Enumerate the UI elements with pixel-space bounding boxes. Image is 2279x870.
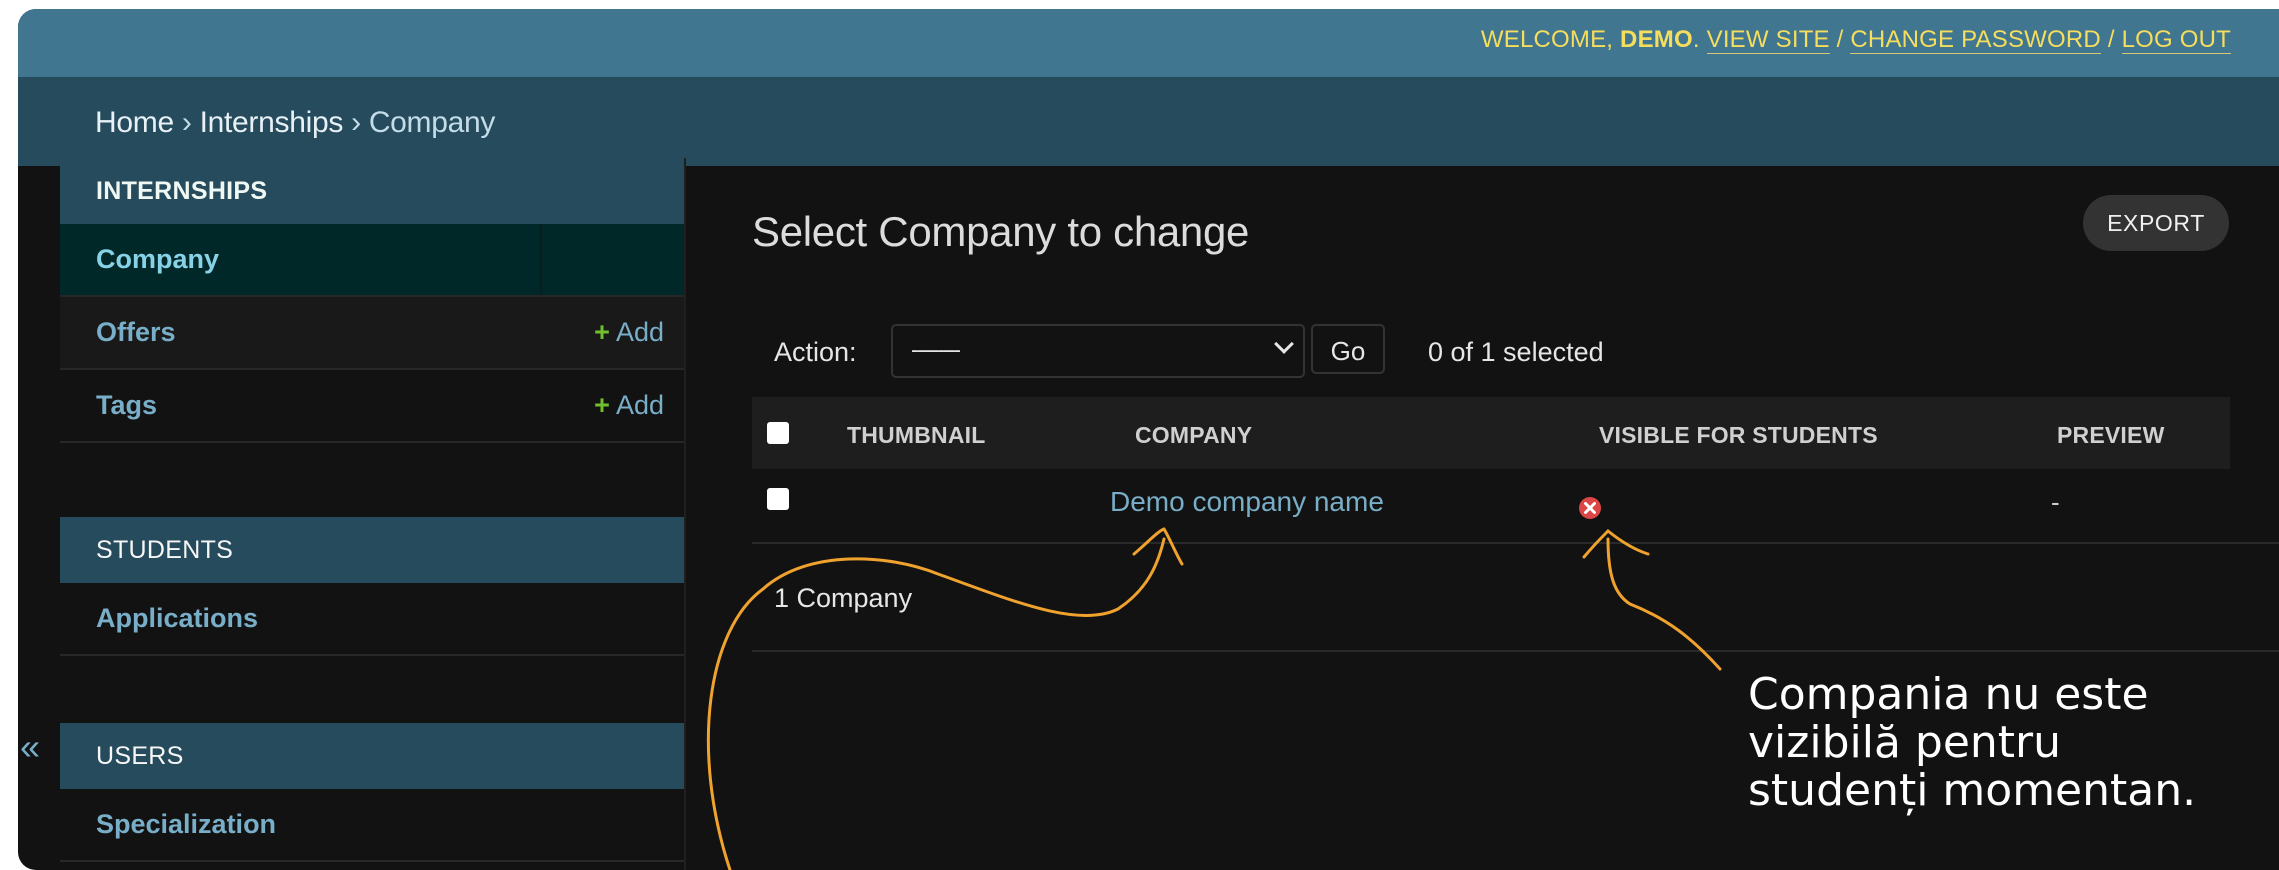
admin-window: WELCOME, DEMO. VIEW SITE / CHANGE PASSWO… (18, 9, 2279, 870)
arrowhead-visible (1582, 528, 1650, 559)
arrow-to-company-link (706, 537, 1166, 870)
arrow-to-visible-icon (1606, 537, 1722, 671)
annotation-note: Compania nu este vizibilă pentru studenț… (1748, 669, 2197, 816)
